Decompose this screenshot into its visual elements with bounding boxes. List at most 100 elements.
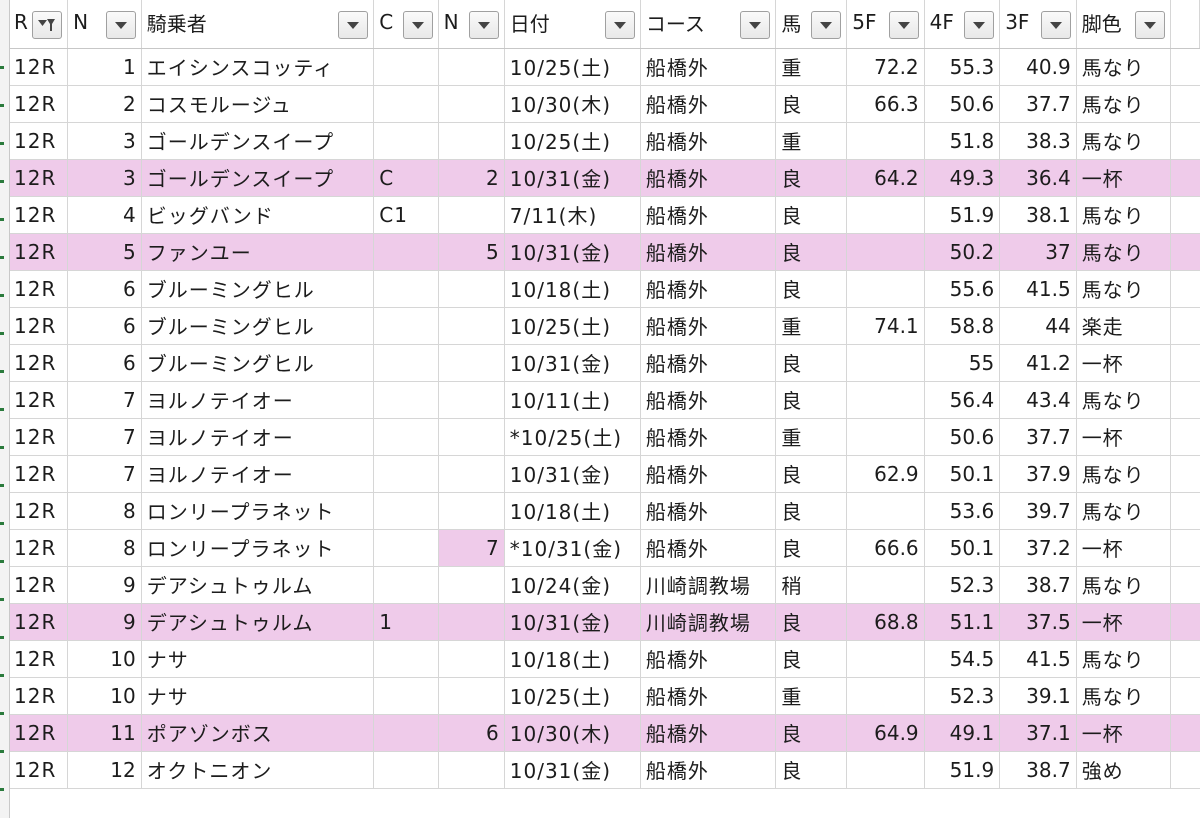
cell-horse[interactable]: 重	[775, 307, 848, 345]
cell-n[interactable]: 11	[67, 714, 142, 752]
cell-rider[interactable]: ブルーミングヒル	[141, 344, 375, 382]
cell-f5[interactable]: 66.6	[846, 529, 925, 567]
cell-x[interactable]	[1170, 751, 1200, 789]
cell-c[interactable]	[373, 714, 439, 752]
cell-f4[interactable]: 53.6	[924, 492, 1001, 530]
cell-leg[interactable]: 馬なり	[1076, 85, 1172, 123]
cell-f4[interactable]: 52.3	[924, 566, 1001, 604]
table-row[interactable]: 12R 12 オクトニオン 10/31(金) 船橋外良 51.9 38.7 強め	[9, 751, 1200, 789]
cell-x[interactable]	[1170, 418, 1200, 456]
cell-n2[interactable]	[438, 603, 505, 641]
cell-horse[interactable]: 良	[775, 196, 848, 234]
cell-f4[interactable]: 56.4	[924, 381, 1001, 419]
table-row[interactable]: 12R 4 ビッグバンド C1 7/11(木) 船橋外良 51.9 38.1 馬なり	[9, 196, 1200, 234]
cell-r[interactable]: 12R	[9, 48, 69, 86]
cell-r[interactable]: 12R	[9, 344, 69, 382]
cell-horse[interactable]: 稍	[775, 566, 848, 604]
cell-rider[interactable]: ヨルノテイオー	[141, 455, 375, 493]
cell-rider[interactable]: ナサ	[141, 640, 375, 678]
table-row[interactable]: 12R 10 ナサ 10/25(土) 船橋外重 52.3 39.1 馬なり	[9, 677, 1200, 715]
cell-rider[interactable]: ゴールデンスイープ	[141, 159, 375, 197]
cell-n[interactable]: 5	[67, 233, 142, 271]
cell-rider[interactable]: コスモルージュ	[141, 85, 375, 123]
cell-c[interactable]	[373, 270, 439, 308]
cell-x[interactable]	[1170, 603, 1200, 641]
cell-f3[interactable]: 37.7	[999, 418, 1077, 456]
column-header-f3[interactable]: 3F	[999, 0, 1077, 49]
table-row[interactable]: 12R 7 ヨルノテイオー 10/31(金) 船橋外良 62.9 50.1 37.9 馬なり	[9, 455, 1200, 493]
table-row[interactable]: 12R 2 コスモルージュ 10/30(木) 船橋外良 66.3 50.6 37.7 馬なり	[9, 85, 1200, 123]
column-header-date[interactable]: 日付	[504, 0, 641, 49]
cell-x[interactable]	[1170, 48, 1200, 86]
cell-n[interactable]: 10	[67, 640, 142, 678]
cell-r[interactable]: 12R	[9, 751, 69, 789]
cell-date[interactable]: 10/31(金)	[504, 603, 641, 641]
table-row[interactable]: 12R 1 エイシンスコッティ 10/25(土) 船橋外重 72.2 55.3 40.9 馬なり	[9, 48, 1200, 86]
cell-n2[interactable]	[438, 307, 505, 345]
cell-n[interactable]: 4	[67, 196, 142, 234]
cell-course[interactable]: 船橋外	[640, 233, 777, 271]
cell-r[interactable]: 12R	[9, 122, 69, 160]
cell-x[interactable]	[1170, 270, 1200, 308]
cell-f3[interactable]: 37.2	[999, 529, 1077, 567]
cell-f4[interactable]: 58.8	[924, 307, 1001, 345]
cell-f5[interactable]	[846, 122, 925, 160]
column-header-x[interactable]	[1170, 0, 1200, 49]
cell-course[interactable]: 船橋外	[640, 48, 777, 86]
table-row[interactable]: 12R 8 ロンリープラネット 7 *10/31(金) 船橋外良 66.6 50.1 37.2 一…	[9, 529, 1200, 567]
cell-c[interactable]	[373, 307, 439, 345]
cell-n[interactable]: 10	[67, 677, 142, 715]
dropdown-arrow-icon[interactable]	[964, 11, 995, 40]
dropdown-arrow-icon[interactable]	[740, 11, 771, 40]
cell-leg[interactable]: 馬なり	[1076, 196, 1172, 234]
dropdown-arrow-icon[interactable]	[338, 11, 369, 40]
cell-n2[interactable]	[438, 418, 505, 456]
cell-f5[interactable]	[846, 233, 925, 271]
cell-date[interactable]: 10/25(土)	[504, 307, 641, 345]
cell-f3[interactable]: 41.2	[999, 344, 1077, 382]
cell-x[interactable]	[1170, 344, 1200, 382]
cell-f3[interactable]: 38.7	[999, 751, 1077, 789]
cell-rider[interactable]: ゴールデンスイープ	[141, 122, 375, 160]
cell-leg[interactable]: 一杯	[1076, 344, 1172, 382]
cell-f4[interactable]: 52.3	[924, 677, 1001, 715]
cell-f4[interactable]: 50.6	[924, 418, 1001, 456]
cell-f4[interactable]: 55.6	[924, 270, 1001, 308]
cell-n[interactable]: 9	[67, 603, 142, 641]
cell-horse[interactable]: 良	[775, 455, 848, 493]
cell-rider[interactable]: ブルーミングヒル	[141, 270, 375, 308]
column-header-f5[interactable]: 5F	[846, 0, 925, 49]
cell-course[interactable]: 船橋外	[640, 85, 777, 123]
cell-rider[interactable]: エイシンスコッティ	[141, 48, 375, 86]
table-row[interactable]: 12R 6 ブルーミングヒル 10/31(金) 船橋外良 55 41.2 一杯	[9, 344, 1200, 382]
cell-f4[interactable]: 54.5	[924, 640, 1001, 678]
cell-f5[interactable]	[846, 566, 925, 604]
cell-f5[interactable]	[846, 751, 925, 789]
cell-course[interactable]: 船橋外	[640, 714, 777, 752]
cell-f3[interactable]: 36.4	[999, 159, 1077, 197]
cell-x[interactable]	[1170, 85, 1200, 123]
cell-n[interactable]: 9	[67, 566, 142, 604]
cell-horse[interactable]: 良	[775, 603, 848, 641]
cell-date[interactable]: *10/25(土)	[504, 418, 641, 456]
cell-x[interactable]	[1170, 566, 1200, 604]
cell-horse[interactable]: 良	[775, 270, 848, 308]
cell-f4[interactable]: 50.6	[924, 85, 1001, 123]
cell-horse[interactable]: 良	[775, 233, 848, 271]
cell-f4[interactable]: 50.1	[924, 455, 1001, 493]
cell-n[interactable]: 7	[67, 455, 142, 493]
cell-n2[interactable]: 7	[438, 529, 505, 567]
cell-date[interactable]: 10/11(土)	[504, 381, 641, 419]
cell-r[interactable]: 12R	[9, 492, 69, 530]
cell-horse[interactable]: 良	[775, 492, 848, 530]
cell-course[interactable]: 船橋外	[640, 640, 777, 678]
cell-date[interactable]: 10/18(土)	[504, 270, 641, 308]
cell-course[interactable]: 船橋外	[640, 196, 777, 234]
column-header-f4[interactable]: 4F	[924, 0, 1001, 49]
table-row[interactable]: 12R 10 ナサ 10/18(土) 船橋外良 54.5 41.5 馬なり	[9, 640, 1200, 678]
cell-f5[interactable]	[846, 640, 925, 678]
cell-leg[interactable]: 馬なり	[1076, 233, 1172, 271]
cell-n2[interactable]	[438, 270, 505, 308]
cell-rider[interactable]: ロンリープラネット	[141, 492, 375, 530]
cell-c[interactable]	[373, 751, 439, 789]
